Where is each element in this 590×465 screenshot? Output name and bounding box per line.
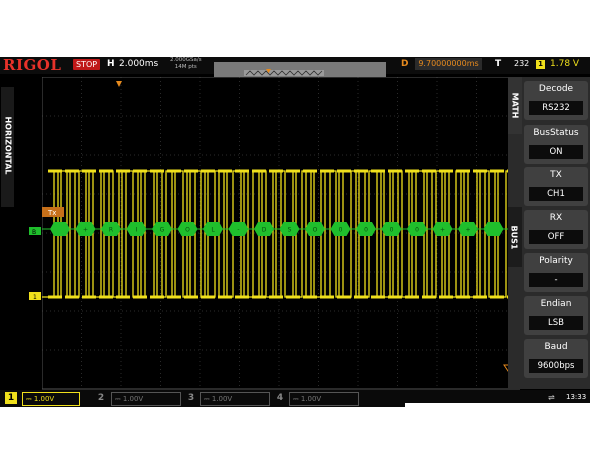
ch3-scale-value: 1.00V: [211, 395, 233, 403]
trigger-count: 232: [514, 59, 530, 68]
menu-endian-value: LSB: [529, 316, 583, 330]
trigger-source-badge: 1: [536, 60, 545, 69]
menu-decode[interactable]: Decode RS232: [524, 81, 588, 120]
menu-busstatus[interactable]: BusStatus ON: [524, 125, 588, 164]
decoded-byte-label: D: [262, 227, 267, 234]
sample-rate: 2.000GSa/s: [170, 57, 202, 63]
menu-baud-label: Baud: [544, 342, 568, 352]
decoded-byte-label: +: [465, 227, 470, 234]
ch2-badge[interactable]: 2: [95, 392, 107, 404]
tab-bus1[interactable]: BUS1: [508, 207, 522, 267]
ch4-badge[interactable]: 4: [274, 392, 286, 404]
svg-text:1: 1: [33, 294, 37, 301]
ch1-scale-value: 1.00V: [33, 395, 55, 403]
memory-position-strip[interactable]: [214, 62, 386, 77]
ch2-scale[interactable]: ⎓ 1.00V: [111, 392, 181, 406]
menu-polarity-label: Polarity: [539, 256, 573, 266]
trigger-label: T: [495, 59, 502, 69]
decode-menu: MATH BUS1 Decode RS232 BusStatus ON TX C…: [508, 77, 590, 389]
dc-coupling-icon: ⎓: [26, 395, 34, 403]
dc-coupling-icon: ⎓: [293, 395, 301, 403]
menu-rx-value: OFF: [529, 230, 583, 244]
decoded-byte-frame: [483, 222, 504, 236]
ch4-scale-value: 1.00V: [300, 395, 322, 403]
menu-busstatus-label: BusStatus: [533, 128, 579, 138]
waveform-grid: Tx+ R I G O L - D S O 0 0 0 0 + +: [42, 77, 520, 390]
ch3-scale[interactable]: ⎓ 1.00V: [200, 392, 270, 406]
menu-polarity-value: -: [529, 273, 583, 287]
timebase-value[interactable]: 2.000ms: [119, 59, 158, 69]
delay-value[interactable]: 9.70000000ms: [415, 58, 482, 70]
decoded-byte-label: 0: [339, 227, 343, 234]
menu-endian[interactable]: Endian LSB: [524, 296, 588, 335]
decoded-byte-label: O: [313, 227, 318, 234]
decoded-byte-label: +: [83, 227, 88, 234]
decoded-byte-label: R: [109, 227, 113, 234]
usb-icon: ⇌: [548, 393, 555, 402]
memory-depth: 14M pts: [174, 64, 197, 70]
menu-baud[interactable]: Baud 9600bps: [524, 339, 588, 378]
memory-window-graphic: [214, 69, 386, 77]
decoded-byte-label: 0: [390, 227, 394, 234]
decoded-byte-label: 0: [364, 227, 368, 234]
decoded-byte-label: O: [185, 227, 190, 234]
image-overlay-block: [405, 403, 590, 465]
menu-baud-value: 9600bps: [529, 359, 583, 373]
decoded-byte-label: I: [136, 227, 138, 234]
menu-decode-value: RS232: [529, 101, 583, 115]
menu-rx-label: RX: [549, 213, 563, 223]
decoded-byte-label: S: [288, 227, 292, 234]
timebase-label: H: [107, 59, 115, 69]
trigger-level[interactable]: 1.78 V: [550, 59, 579, 69]
decoded-byte-label: +: [440, 227, 445, 234]
decoded-byte-frame: [50, 222, 70, 236]
ch3-badge[interactable]: 3: [185, 392, 197, 404]
menu-polarity[interactable]: Polarity -: [524, 253, 588, 292]
svg-text:B: B: [32, 229, 36, 236]
menu-tx[interactable]: TX CH1: [524, 167, 588, 206]
channel-offset-markers: B 1: [29, 227, 41, 301]
ch1-scale[interactable]: ⎓ 1.00V: [22, 392, 80, 406]
ch4-scale[interactable]: ⎓ 1.00V: [289, 392, 359, 406]
run-state-badge[interactable]: STOP: [73, 59, 101, 70]
tab-bus1-label: BUS1: [509, 225, 519, 250]
acquisition-info: 2.000GSa/s 14M pts: [170, 57, 202, 71]
bus-tx-label: Tx: [47, 209, 56, 217]
menu-tx-value: CH1: [529, 187, 583, 201]
ch2-scale-value: 1.00V: [122, 395, 144, 403]
tab-math-label: MATH: [510, 92, 520, 119]
delay-label: D: [401, 59, 409, 69]
ch1-badge[interactable]: 1: [5, 392, 17, 404]
menu-endian-label: Endian: [540, 299, 572, 309]
decoded-byte-label: G: [160, 227, 165, 234]
brand-logo: RIGOL: [3, 56, 62, 74]
clock-time: 13:33: [566, 393, 587, 401]
decoded-byte-label: -: [237, 227, 239, 234]
menu-tx-label: TX: [550, 170, 562, 180]
tab-math[interactable]: MATH: [508, 77, 522, 134]
decoded-byte-label: 0: [415, 227, 419, 234]
dc-coupling-icon: ⎓: [204, 395, 212, 403]
menu-busstatus-value: ON: [529, 145, 583, 159]
dc-coupling-icon: ⎓: [115, 395, 123, 403]
menu-decode-label: Decode: [538, 84, 574, 94]
top-status-bar: RIGOL STOP H 2.000ms 2.000GSa/s 14M pts …: [0, 56, 590, 77]
oscilloscope-screen: RIGOL STOP H 2.000ms 2.000GSa/s 14M pts …: [0, 56, 590, 407]
menu-rx[interactable]: RX OFF: [524, 210, 588, 249]
